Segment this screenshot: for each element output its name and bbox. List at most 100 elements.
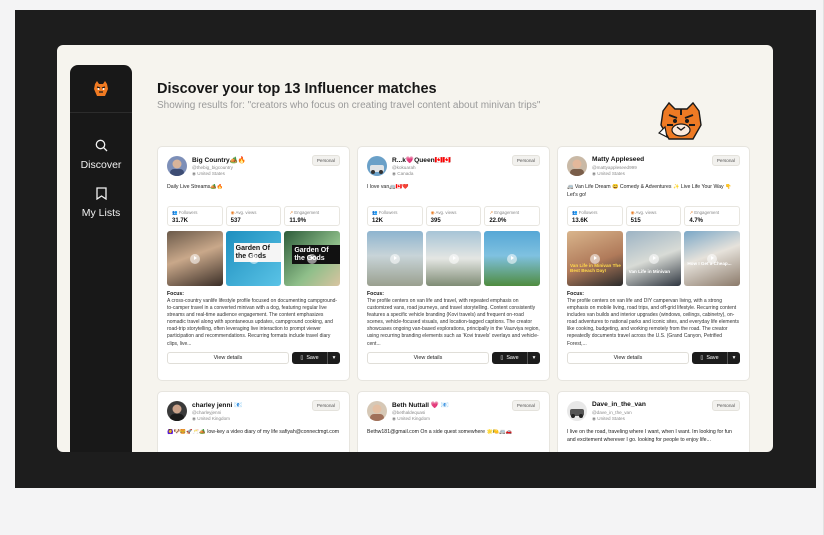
stat-label: Avg. views [235, 210, 257, 215]
influencer-country: ◉ Canada [392, 171, 414, 176]
video-thumbnail[interactable]: Van Life in Minivan [625, 231, 682, 286]
video-thumbnail[interactable]: How I Get a Cheap... [684, 231, 741, 286]
influencer-handle: @dave_in_the_van [592, 410, 632, 415]
influencer-name[interactable]: R...k💗Queen🇨🇦🇨🇦 [392, 156, 451, 164]
influencer-bio: Daily Live Streams🏕️🔥 [167, 184, 224, 190]
influencer-card[interactable]: Dave_in_the_van @dave_in_the_van ◉ Unite… [557, 391, 750, 452]
stat-value: 31.7K [172, 218, 189, 224]
save-label: Save [306, 355, 319, 361]
influencer-bio: I live on the road, traveling where I wa… [567, 429, 732, 443]
chevron-down-icon[interactable]: ▾ [328, 352, 340, 364]
play-icon [707, 253, 718, 264]
play-icon [648, 253, 659, 264]
avatar [367, 156, 387, 176]
view-details-button[interactable]: View details [567, 352, 689, 364]
focus-summary: The profile centers on van life and trav… [367, 298, 540, 347]
influencer-handle: @bethaldequasi [392, 410, 426, 415]
chevron-down-icon[interactable]: ▾ [528, 352, 540, 364]
stat-value: 11.9% [289, 218, 307, 224]
stat-label: Followers [578, 210, 598, 215]
followers-stat: 👥 Followers 31.7K [167, 206, 223, 226]
influencer-card[interactable]: charley jenni 📧 @charleyjenni ◉ United K… [157, 391, 350, 452]
stat-label: Avg. views [435, 210, 457, 215]
country-text: United States [597, 416, 625, 421]
influencer-country: ◉ United States [592, 171, 625, 176]
video-thumbnail[interactable]: Garden Of the Gods [225, 231, 282, 286]
influencer-handle: @charleyjenni [192, 410, 222, 415]
view-details-button[interactable]: View details [367, 352, 489, 364]
account-type-badge: Personal [711, 400, 740, 411]
country-text: United Kingdom [197, 416, 230, 421]
stat-value: 515 [630, 218, 641, 224]
save-button[interactable]: ▯ Save ▾ [492, 352, 540, 364]
influencer-card[interactable]: R...k💗Queen🇨🇦🇨🇦 @kokuarah ◉ Canada Perso… [357, 146, 550, 381]
save-button[interactable]: ▯ Save ▾ [692, 352, 740, 364]
save-label: Save [506, 355, 519, 361]
engagement-stat: ↗ Engagement 11.9% [284, 206, 341, 226]
influencer-name[interactable]: Beth Nuttall 💗 📧 [392, 401, 449, 409]
stat-label: Engagement [294, 210, 320, 215]
app-window: Discover My Lists Discover your top 13 I… [57, 45, 773, 452]
avatar [567, 401, 587, 421]
stat-label: Engagement [694, 210, 720, 215]
engagement-stat: ↗ Engagement 4.7% [684, 206, 741, 226]
country-text: United Kingdom [397, 416, 430, 421]
influencer-name[interactable]: charley jenni 📧 [192, 401, 242, 409]
video-thumbnail[interactable] [425, 231, 482, 286]
bookmark-icon [95, 187, 107, 200]
influencer-card[interactable]: Matty Appleseed @mattyappleseed999 ◉ Uni… [557, 146, 750, 381]
avatar [567, 156, 587, 176]
video-thumbnail[interactable]: Van Life in Minivan The Best Beach Day! [567, 231, 623, 286]
account-type-badge: Personal [311, 155, 340, 166]
followers-icon: 👥 [172, 210, 179, 215]
bookmark-icon: ▯ [700, 355, 704, 361]
sidebar: Discover My Lists [70, 65, 132, 452]
account-type-badge: Personal [511, 400, 540, 411]
influencer-bio: I love van🚐🇨🇦❤️ [367, 184, 409, 190]
stat-value: 537 [230, 218, 241, 224]
stat-value: 4.7% [689, 218, 704, 224]
save-label: Save [706, 355, 719, 361]
influencer-name[interactable]: Big Country🏕️🔥 [192, 156, 246, 164]
followers-stat: 👥 Followers 12K [367, 206, 423, 226]
influencer-bio: 🙆‍♀️🐶🍔🚀🥂🏕️ low-key a video diary of my l… [167, 429, 340, 435]
play-icon [589, 253, 600, 264]
focus-summary: The profile centers on van life and DIY … [567, 298, 740, 347]
stat-label: Avg. views [635, 210, 657, 215]
view-details-button[interactable]: View details [167, 352, 289, 364]
stat-label: Followers [378, 210, 398, 215]
engagement-stat: ↗ Engagement 22.0% [484, 206, 541, 226]
play-icon [507, 253, 518, 264]
stat-value: 12K [372, 218, 384, 224]
sidebar-item-label: Discover [80, 159, 122, 171]
video-thumbnail[interactable] [167, 231, 223, 286]
sidebar-item-discover[interactable]: Discover [70, 139, 132, 171]
video-thumbnail[interactable] [367, 231, 423, 286]
thumbnail-caption: Van Life in Minivan [628, 269, 671, 274]
influencer-handle: @mattyappleseed999 [592, 165, 637, 170]
stat-label: Engagement [494, 210, 520, 215]
thumbnail-caption: Van Life in Minivan The Best Beach Day! [570, 263, 621, 274]
video-thumbnail[interactable] [484, 231, 541, 286]
play-icon [189, 253, 200, 264]
play-icon [248, 253, 259, 264]
views-stat: ◉ Avg. views 395 [425, 206, 482, 226]
country-text: Canada [397, 171, 414, 176]
followers-icon: 👥 [572, 210, 579, 215]
influencer-name[interactable]: Matty Appleseed [592, 156, 644, 163]
influencer-country: ◉ United States [192, 171, 225, 176]
stat-label: Followers [178, 210, 198, 215]
influencer-name[interactable]: Dave_in_the_van [592, 401, 646, 408]
tiger-logo[interactable] [70, 65, 132, 113]
chevron-down-icon[interactable]: ▾ [728, 352, 740, 364]
focus-summary: A cross-country vanlife lifestyle profil… [167, 298, 338, 347]
influencer-card[interactable]: Beth Nuttall 💗 📧 @bethaldequasi ◉ United… [357, 391, 550, 452]
influencer-card[interactable]: Big Country🏕️🔥 @thebig_bigcountry ◉ Unit… [157, 146, 350, 381]
video-thumbnail[interactable]: Garden Of the Gods [284, 231, 341, 286]
page-title: Discover your top 13 Influencer matches [157, 81, 437, 97]
tiger-mascot-icon [657, 101, 702, 140]
save-button[interactable]: ▯ Save ▾ [292, 352, 340, 364]
bookmark-icon: ▯ [500, 355, 504, 361]
search-icon [95, 139, 107, 152]
sidebar-item-my-lists[interactable]: My Lists [70, 187, 132, 219]
